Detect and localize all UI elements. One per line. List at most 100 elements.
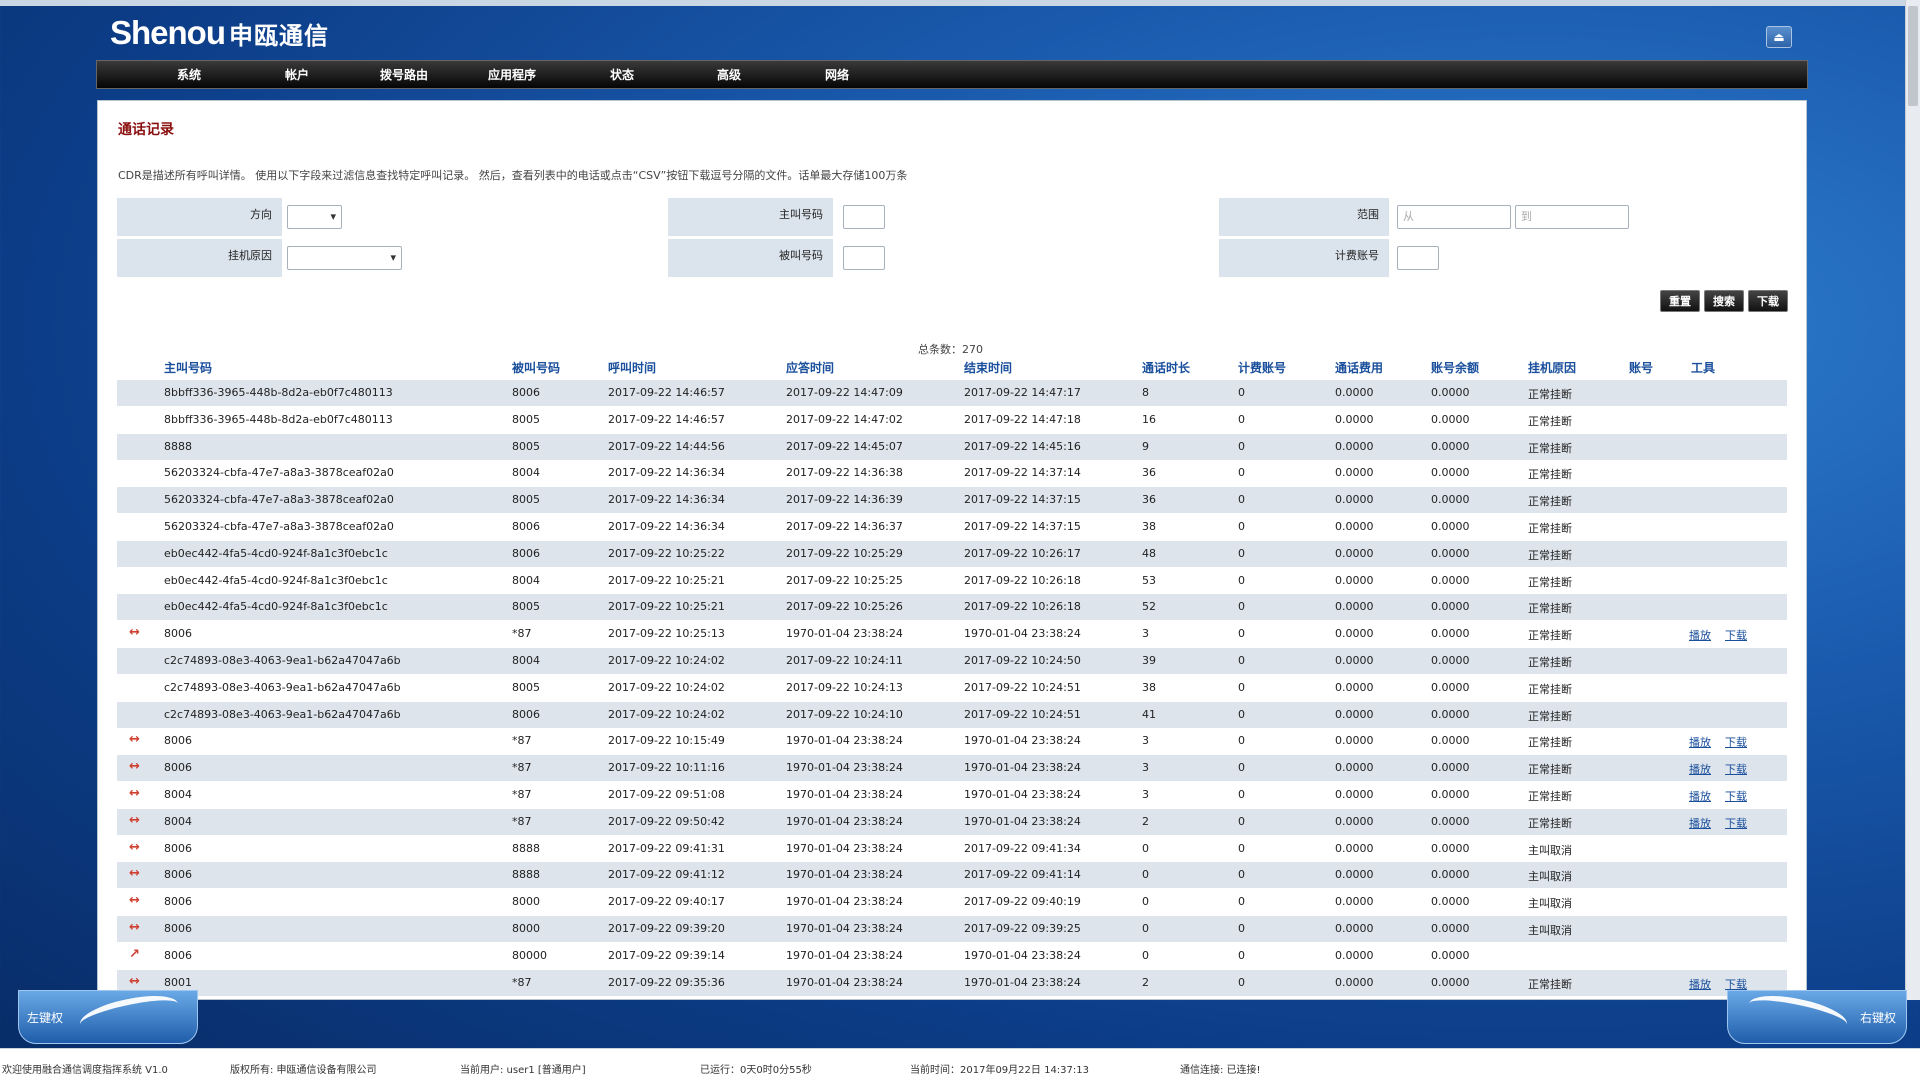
col-answer-time[interactable]: 应答时间 [786, 359, 834, 376]
cell-answer-time: 1970-01-04 23:38:24 [786, 788, 903, 801]
play-link[interactable]: 播放 [1689, 761, 1711, 777]
cell-end-time: 1970-01-04 23:38:24 [964, 814, 1081, 828]
window-scrollbar[interactable] [1905, 0, 1920, 1000]
cell-duration: 53 [1142, 573, 1156, 587]
swoosh-icon [76, 988, 182, 1040]
table-row[interactable]: ↔ 8006 *87 2017-09-22 10:11:16 1970-01-04 23… [117, 755, 1787, 782]
cell-call-time: 2017-09-22 09:39:14 [608, 948, 725, 962]
table-row[interactable]: 56203324-cbfa-47e7-a8a3-3878ceaf02a0 8006… [117, 514, 1787, 540]
cell-hangup: 正常挂断 [1528, 816, 1572, 830]
window-toggle-button[interactable]: ⏏ [1766, 26, 1792, 48]
download-link[interactable]: 下载 [1725, 734, 1747, 750]
nav-item-advanced[interactable]: 高级 [717, 61, 741, 89]
play-link[interactable]: 播放 [1689, 815, 1711, 831]
table-row[interactable]: c2c74893-08e3-4063-9ea1-b62a47047a6b 8004… [117, 648, 1787, 674]
col-end-time[interactable]: 结束时间 [964, 359, 1012, 376]
nav-item-account[interactable]: 帐户 [285, 61, 309, 89]
col-callee[interactable]: 被叫号码 [512, 359, 560, 376]
direction-select[interactable] [287, 205, 342, 229]
table-row[interactable]: ↔ 8006 *87 2017-09-22 10:25:13 1970-01-04 23… [117, 621, 1787, 647]
table-row[interactable]: ↔ 8006 8888 2017-09-22 09:41:31 1970-01-04 2… [117, 836, 1787, 862]
download-button[interactable]: 下载 [1748, 290, 1788, 312]
cell-callee: 8005 [512, 680, 540, 694]
cell-end-time: 2017-09-22 14:37:15 [964, 520, 1081, 533]
table-row[interactable]: 8bbff336-3965-448b-8d2a-eb0f7c480113 8005… [117, 407, 1787, 433]
callee-input[interactable] [843, 246, 885, 270]
cell-duration: 41 [1142, 707, 1156, 721]
cell-balance: 0.0000 [1431, 814, 1470, 828]
download-link[interactable]: 下载 [1725, 788, 1747, 804]
cell-billing: 0 [1238, 922, 1245, 935]
cell-duration: 3 [1142, 627, 1149, 641]
cell-callee: 8004 [512, 573, 540, 587]
table-row[interactable]: ↔ 8004 *87 2017-09-22 09:51:08 1970-01-04 23… [117, 782, 1787, 808]
cell-caller: 8bbff336-3965-448b-8d2a-eb0f7c480113 [164, 386, 393, 399]
table-row[interactable]: eb0ec442-4fa5-4cd0-924f-8a1c3f0ebc1c 8004… [117, 568, 1787, 594]
search-button[interactable]: 搜索 [1704, 290, 1744, 312]
table-row[interactable]: 56203324-cbfa-47e7-a8a3-3878ceaf02a0 8004… [117, 460, 1787, 486]
nav-item-apps[interactable]: 应用程序 [488, 61, 536, 89]
play-link[interactable]: 播放 [1689, 788, 1711, 804]
download-link[interactable]: 下载 [1725, 627, 1747, 643]
col-hangup[interactable]: 挂机原因 [1528, 359, 1576, 376]
cell-caller: 56203324-cbfa-47e7-a8a3-3878ceaf02a0 [164, 466, 394, 480]
range-from-input[interactable]: 从 [1397, 205, 1511, 229]
cell-hangup: 正常挂断 [1528, 629, 1572, 643]
right-key-button[interactable]: 右键权 [1727, 988, 1907, 1044]
table-row[interactable]: eb0ec442-4fa5-4cd0-924f-8a1c3f0ebc1c 8005… [117, 594, 1787, 621]
play-link[interactable]: 播放 [1689, 734, 1711, 750]
cell-callee: 8004 [512, 466, 540, 480]
cell-hangup: 主叫取消 [1528, 870, 1572, 884]
scrollbar-thumb[interactable] [1908, 6, 1918, 106]
table-row[interactable]: 8bbff336-3965-448b-8d2a-eb0f7c480113 8006… [117, 380, 1787, 406]
nav-item-network[interactable]: 网络 [825, 61, 849, 89]
table-row[interactable]: ↔ 8001 *87 2017-09-22 09:35:36 1970-01-04 23… [117, 969, 1787, 996]
left-key-button[interactable]: 左键权 [18, 988, 198, 1044]
table-row[interactable]: c2c74893-08e3-4063-9ea1-b62a47047a6b 8006… [117, 701, 1787, 728]
footer-connection: 通信连接: 已连接! [1180, 1065, 1261, 1076]
cell-fee: 0.0000 [1335, 948, 1374, 962]
nav-item-status[interactable]: 状态 [610, 61, 634, 89]
direction-icon: ↔ [129, 759, 140, 775]
cell-callee: 8006 [512, 707, 540, 721]
cell-balance: 0.0000 [1431, 520, 1470, 533]
table-row[interactable]: eb0ec442-4fa5-4cd0-924f-8a1c3f0ebc1c 8006… [117, 540, 1787, 567]
download-link[interactable]: 下载 [1725, 761, 1747, 777]
table-row[interactable]: ↔ 8006 8888 2017-09-22 09:41:12 1970-01-04 2… [117, 862, 1787, 889]
col-caller[interactable]: 主叫号码 [164, 359, 212, 376]
nav-item-dial-route[interactable]: 拨号路由 [380, 61, 428, 89]
col-duration[interactable]: 通话时长 [1142, 359, 1190, 376]
col-account[interactable]: 账号 [1629, 359, 1653, 376]
nav-item-system[interactable]: 系统 [177, 61, 201, 89]
table-row[interactable]: ↔ 8006 8000 2017-09-22 09:40:17 1970-01-04 2… [117, 889, 1787, 915]
col-billing[interactable]: 计费账号 [1238, 359, 1286, 376]
table-row[interactable]: ↔ 8006 8000 2017-09-22 09:39:20 1970-01-04 2… [117, 916, 1787, 942]
download-link[interactable]: 下载 [1725, 815, 1747, 831]
cell-fee: 0.0000 [1335, 814, 1374, 828]
play-link[interactable]: 播放 [1689, 627, 1711, 643]
cell-duration: 0 [1142, 868, 1149, 882]
reset-button[interactable]: 重置 [1660, 290, 1700, 312]
cell-call-time: 2017-09-22 14:46:57 [608, 386, 725, 399]
billing-input[interactable] [1397, 246, 1439, 270]
hangup-select[interactable] [287, 246, 402, 270]
table-row[interactable]: ↗ 8006 80000 2017-09-22 09:39:14 1970-01-04 … [117, 943, 1787, 969]
table-row[interactable]: ↔ 8004 *87 2017-09-22 09:50:42 1970-01-04 23… [117, 808, 1787, 835]
cell-billing: 0 [1238, 895, 1245, 909]
cell-fee: 0.0000 [1335, 895, 1374, 909]
direction-icon: ↔ [129, 625, 140, 641]
cell-balance: 0.0000 [1431, 466, 1470, 480]
col-call-time[interactable]: 呼叫时间 [608, 359, 656, 376]
col-fee[interactable]: 通话费用 [1335, 359, 1383, 376]
cell-duration: 38 [1142, 680, 1156, 694]
table-row[interactable]: 56203324-cbfa-47e7-a8a3-3878ceaf02a0 8005… [117, 487, 1787, 514]
caller-input[interactable] [843, 205, 885, 229]
table-row[interactable]: 8888 8005 2017-09-22 14:44:56 2017-09-22 14… [117, 433, 1787, 460]
table-row[interactable]: ↔ 8006 *87 2017-09-22 10:15:49 1970-01-04 23… [117, 728, 1787, 754]
col-balance[interactable]: 账号余额 [1431, 359, 1479, 376]
cell-end-time: 2017-09-22 14:45:16 [964, 439, 1081, 453]
cell-end-time: 1970-01-04 23:38:24 [964, 948, 1081, 962]
table-row[interactable]: c2c74893-08e3-4063-9ea1-b62a47047a6b 8005… [117, 675, 1787, 701]
range-to-input[interactable]: 到 [1515, 205, 1629, 229]
play-link[interactable]: 播放 [1689, 976, 1711, 992]
